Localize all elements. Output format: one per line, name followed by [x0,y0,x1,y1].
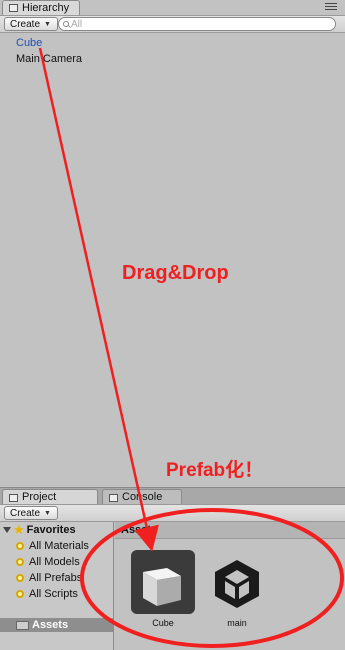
project-folder-icon [9,493,18,502]
hierarchy-list: Cube Main Camera [0,35,345,67]
favorite-item-label: All Scripts [29,588,78,600]
asset-label: main [227,618,247,628]
saved-search-icon [16,542,24,550]
assets-breadcrumb: Assets [115,522,345,539]
favorites-header[interactable]: ★ Favorites [0,522,113,538]
create-label: Create [10,18,41,30]
hierarchy-item-cube[interactable]: Cube [0,35,345,51]
tab-console[interactable]: Console [102,489,182,505]
drag-drop-annotation: Drag&Drop [122,262,229,284]
dropdown-arrow-icon: ▼ [44,20,51,28]
console-tab-label: Console [122,491,163,503]
assets-folder-label: Assets [32,619,69,631]
saved-search-icon [16,590,24,598]
favorites-label: Favorites [26,524,76,536]
favorite-item-label: All Materials [29,540,89,552]
hierarchy-create-button[interactable]: Create ▼ [4,17,58,31]
folder-icon [16,620,29,630]
favorite-item-prefabs[interactable]: All Prefabs [0,570,113,586]
tab-hierarchy[interactable]: Hierarchy [2,0,80,15]
console-icon [109,493,118,502]
hierarchy-item-main-camera[interactable]: Main Camera [0,51,345,67]
project-folder-tree: ★ Favorites All Materials All Models All… [0,522,114,650]
asset-main-scene[interactable]: main [205,550,269,628]
tab-project[interactable]: Project [2,489,98,505]
saved-search-icon [16,574,24,582]
prefab-annotation: Prefab化！ [166,460,264,481]
asset-label: Cube [152,618,174,628]
project-create-button[interactable]: Create ▼ [4,506,58,520]
hierarchy-toolbar: Create ▼ [0,15,345,33]
unity-scene-icon [205,550,269,614]
project-tabbar: Project Console [0,487,345,505]
favorite-item-models[interactable]: All Models [0,554,113,570]
hierarchy-search-input[interactable] [69,18,311,30]
dropdown-arrow-icon: ▼ [44,509,51,517]
create-label: Create [10,507,41,519]
cube-prefab-icon [131,550,195,614]
favorite-item-materials[interactable]: All Materials [0,538,113,554]
saved-search-icon [16,558,24,566]
star-icon: ★ [13,522,25,537]
hierarchy-search[interactable] [58,17,336,31]
hierarchy-icon [9,4,18,12]
expand-triangle-icon[interactable] [3,527,11,533]
favorite-item-label: All Models [29,556,80,568]
project-assets-view: Assets Cube main [115,522,345,650]
drag-arrow [38,47,159,552]
panel-menu-icon[interactable] [325,3,337,12]
project-tab-label: Project [22,491,57,503]
project-toolbar: Create ▼ [0,504,345,522]
search-icon [63,21,69,27]
favorite-item-scripts[interactable]: All Scripts [0,586,113,602]
hierarchy-tab-label: Hierarchy [22,1,70,14]
asset-cube[interactable]: Cube [131,550,195,628]
favorite-item-label: All Prefabs [29,572,83,584]
folder-item-assets[interactable]: Assets [0,618,113,632]
